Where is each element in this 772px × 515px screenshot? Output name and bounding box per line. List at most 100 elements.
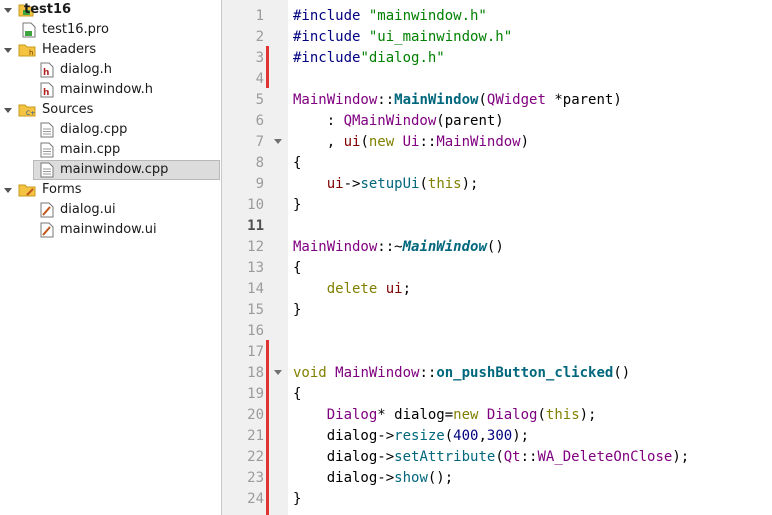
fold-arrow-icon[interactable] (274, 139, 282, 144)
svg-text:h: h (29, 49, 33, 57)
line-number: 1 (255, 8, 264, 24)
svg-text:C+: C+ (26, 110, 35, 117)
code-line[interactable]: ui->setupUi(this); (293, 174, 479, 195)
line-number: 9 (255, 176, 264, 192)
code-token: ui (385, 281, 403, 297)
code-token: , (293, 134, 344, 150)
code-token: *parent) (545, 92, 622, 108)
code-line[interactable]: #include"dialog.h" (293, 48, 445, 69)
code-token: :: (419, 134, 437, 150)
code-token: new (368, 134, 395, 150)
tree-folder-sources[interactable]: C+ Sources (0, 100, 220, 120)
code-line[interactable]: , ui(new Ui::MainWindow) (293, 132, 529, 153)
line-number: 2 (255, 29, 264, 45)
code-line[interactable]: { (293, 384, 301, 405)
expand-arrow-icon[interactable] (4, 108, 12, 113)
code-token: MainWindow (293, 239, 378, 255)
code-line[interactable]: #include "mainwindow.h" (293, 6, 487, 27)
code-token: ::~ (377, 239, 403, 255)
line-number: 10 (247, 197, 264, 213)
code-line[interactable]: Dialog* dialog=new Dialog(this); (293, 405, 597, 426)
code-line[interactable]: dialog->show(); (293, 468, 453, 489)
code-line[interactable]: } (293, 195, 301, 216)
tree-folder-label: Headers (42, 42, 97, 57)
line-number: 22 (247, 449, 264, 465)
code-token: MainWindow (335, 365, 420, 381)
tree-item-dialog-cpp[interactable]: dialog.cpp (0, 120, 220, 140)
tree-item-dialog-ui[interactable]: dialog.ui (0, 200, 220, 220)
code-token: { (293, 386, 302, 402)
code-token: #include (293, 29, 369, 45)
line-number: 24 (247, 491, 264, 507)
code-line[interactable]: void MainWindow::on_pushButton_clicked() (293, 363, 630, 384)
code-token: :: (520, 449, 538, 465)
code-token: } (293, 491, 302, 507)
folder-icon: C+ (18, 104, 36, 117)
code-token: ); (579, 407, 597, 423)
project-name: test16 (24, 2, 72, 17)
line-number: 23 (247, 470, 264, 486)
tree-item-dialog-h[interactable]: h dialog.h (0, 60, 220, 80)
code-token: ( (478, 92, 487, 108)
tree-folder-headers[interactable]: h Headers (0, 40, 220, 60)
code-token: void (293, 365, 327, 381)
ui-file-icon (40, 202, 54, 218)
code-token: Qt (503, 449, 521, 465)
code-line[interactable]: dialog->setAttribute(Qt::WA_DeleteOnClos… (293, 447, 689, 468)
code-token: Dialog (486, 407, 538, 423)
pro-file-icon (22, 22, 36, 38)
tree-item-pro-file[interactable]: test16.pro (0, 20, 220, 40)
tree-item-mainwindow-h[interactable]: h mainwindow.h (0, 80, 220, 100)
code-line[interactable]: } (293, 300, 301, 321)
expand-arrow-icon[interactable] (4, 8, 12, 13)
code-token: 300 (486, 428, 513, 444)
tree-item-label: dialog.h (60, 62, 113, 77)
tree-folder-label: Forms (42, 182, 82, 197)
expand-arrow-icon[interactable] (4, 188, 12, 193)
code-token: ( (360, 134, 369, 150)
tree-item-main-cpp[interactable]: main.cpp (0, 140, 220, 160)
code-line[interactable]: { (293, 258, 301, 279)
tree-item-mainwindow-cpp[interactable]: mainwindow.cpp (33, 160, 220, 180)
code-token: () (613, 365, 631, 381)
code-line[interactable]: MainWindow::~MainWindow() (293, 237, 504, 258)
tree-item-label: mainwindow.cpp (60, 162, 169, 177)
code-line[interactable]: MainWindow::MainWindow(QWidget *parent) (293, 90, 622, 111)
code-token: ; (402, 281, 412, 297)
line-number: 7 (255, 134, 264, 150)
line-number: 15 (247, 302, 264, 318)
code-line[interactable]: { (293, 153, 301, 174)
line-number: 19 (247, 386, 264, 402)
tree-folder-forms[interactable]: Forms (0, 180, 220, 200)
code-line[interactable]: dialog->resize(400,300); (293, 426, 529, 447)
line-number: 20 (247, 407, 264, 423)
code-token: setAttribute (394, 449, 496, 465)
tree-item-mainwindow-ui[interactable]: mainwindow.ui (0, 220, 220, 240)
code-token: new (453, 407, 479, 423)
code-line[interactable]: #include "ui_mainwindow.h" (293, 27, 512, 48)
project-tree[interactable]: test16 test16.pro h Headers h dialog.h h… (0, 0, 222, 515)
code-token: on_pushButton_clicked (436, 365, 614, 381)
code-token: QWidget (486, 92, 546, 108)
code-token: * dialog= (377, 407, 454, 423)
expand-arrow-icon[interactable] (4, 48, 12, 53)
code-line[interactable]: } (293, 489, 301, 510)
code-line[interactable]: delete ui; (293, 279, 411, 300)
fold-arrow-icon[interactable] (274, 370, 282, 375)
code-token: ( (495, 449, 504, 465)
tree-project-root[interactable]: test16 (0, 0, 220, 20)
tree-item-label: mainwindow.h (60, 82, 153, 97)
code-editor[interactable]: 1 2 3 4 5 6 7 8 9 10 11 12 13 14 15 16 17 18 19 20 21 22 23 24 … (222, 0, 772, 515)
code-token: -> (343, 176, 361, 192)
line-number: 12 (247, 239, 264, 255)
code-token: WA_DeleteOnClose (537, 449, 673, 465)
code-token: { (293, 155, 302, 171)
line-number: 17 (247, 344, 264, 360)
code-token: "ui_mainwindow.h" (368, 29, 513, 45)
code-line[interactable]: : QMainWindow(parent) (293, 111, 504, 132)
line-number: 18 (247, 365, 264, 381)
code-token: resize (394, 428, 445, 444)
